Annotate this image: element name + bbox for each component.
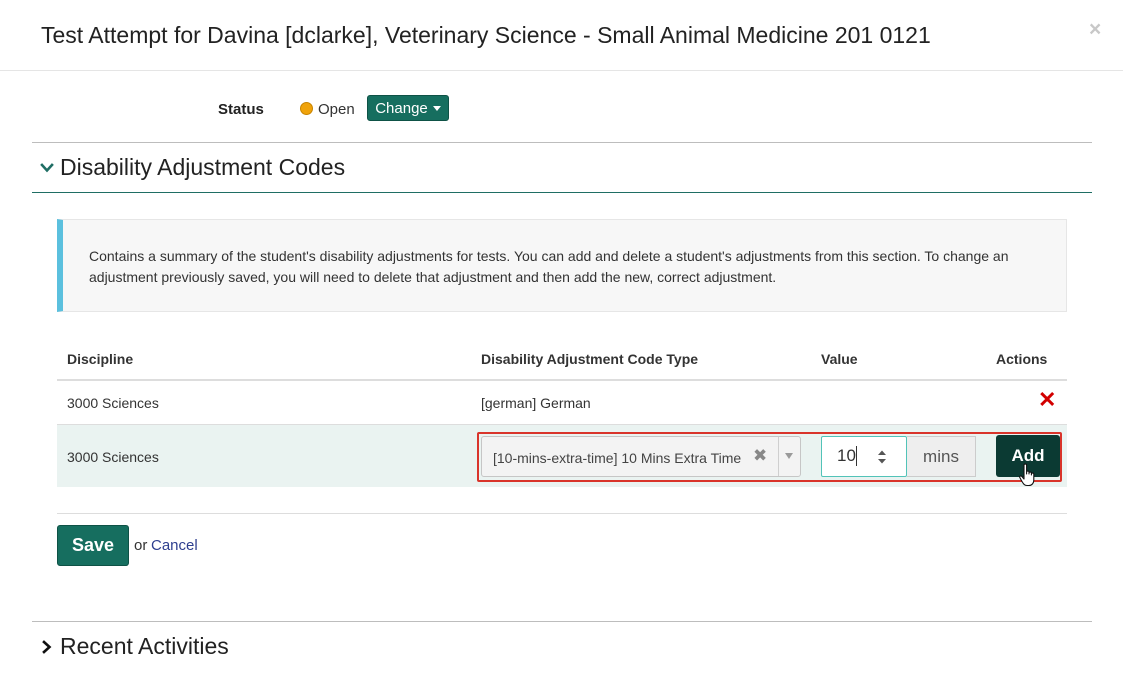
chevron-right-icon: [42, 639, 52, 654]
status-label: Status: [218, 101, 264, 118]
clear-selection-icon[interactable]: ✖: [753, 446, 767, 466]
delete-icon[interactable]: ✕: [1038, 389, 1056, 411]
status-value: Open: [318, 101, 355, 118]
table-bottom-line: [57, 513, 1067, 514]
column-header-value: Value: [821, 351, 858, 367]
table-header-line: [57, 379, 1067, 381]
cell-discipline: 3000 Sciences: [67, 395, 159, 411]
column-header-code-type: Disability Adjustment Code Type: [481, 351, 699, 367]
select-separator: [778, 437, 779, 476]
cell-code-type: [german] German: [481, 395, 591, 411]
info-callout: Contains a summary of the student's disa…: [57, 219, 1067, 312]
section-header-recent-activities[interactable]: Recent Activities: [40, 633, 229, 660]
code-type-select[interactable]: [10-mins-extra-time] 10 Mins Extra Time …: [481, 436, 801, 477]
cell-discipline-new: 3000 Sciences: [67, 449, 159, 465]
caret-down-icon: [432, 105, 441, 111]
column-header-discipline: Discipline: [67, 351, 134, 367]
cancel-link[interactable]: Cancel: [151, 537, 198, 554]
divider: [32, 142, 1092, 143]
status-dot-icon: [300, 102, 313, 115]
change-button-label: Change: [375, 99, 428, 117]
column-header-actions: Actions: [996, 351, 1048, 367]
text-cursor: [856, 446, 857, 466]
change-status-button[interactable]: Change: [367, 95, 449, 121]
spinner-icon[interactable]: [876, 448, 888, 466]
chevron-down-icon: [40, 162, 54, 172]
code-type-select-value: [10-mins-extra-time] 10 Mins Extra Time: [493, 450, 742, 466]
modal-title: Test Attempt for Davina [dclarke], Veter…: [41, 22, 931, 48]
unit-addon: mins: [907, 436, 976, 477]
value-input[interactable]: 10: [821, 436, 907, 477]
close-icon[interactable]: ×: [1089, 18, 1101, 42]
divider: [32, 621, 1092, 622]
value-input-text: 10: [837, 446, 856, 465]
info-text: Contains a summary of the student's disa…: [89, 248, 1009, 285]
dropdown-arrow-icon[interactable]: [785, 453, 793, 459]
or-text: or: [134, 537, 148, 554]
section-title-recent: Recent Activities: [60, 633, 229, 659]
section-title-disability: Disability Adjustment Codes: [60, 154, 346, 180]
section-header-disability-adjustment-codes[interactable]: Disability Adjustment Codes: [40, 154, 345, 181]
modal-header: Test Attempt for Davina [dclarke], Veter…: [0, 0, 1123, 71]
hand-pointer-icon: [1019, 463, 1035, 487]
section-underline: [32, 192, 1092, 193]
save-button[interactable]: Save: [57, 525, 129, 566]
